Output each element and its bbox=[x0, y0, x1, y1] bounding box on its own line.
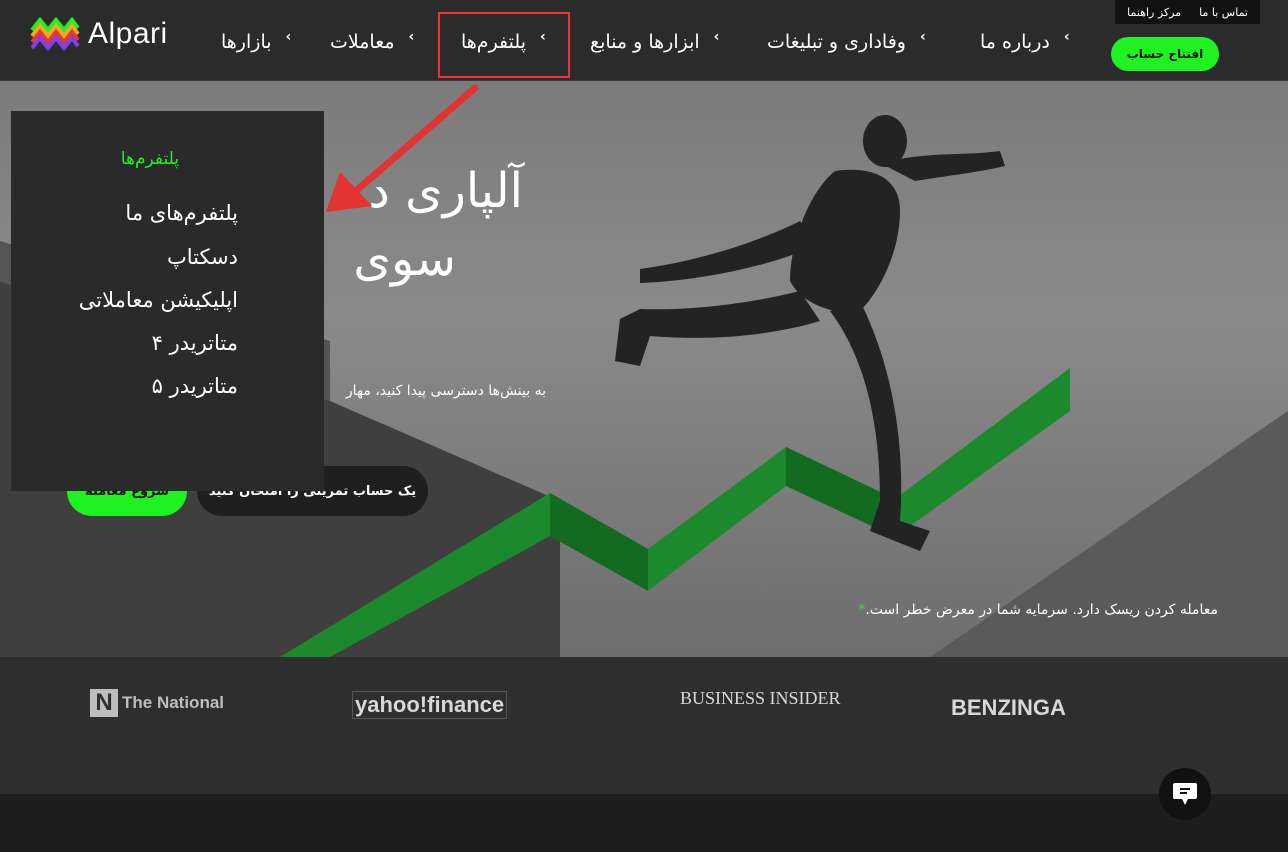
hero-subtitle: به بینش‌ها دسترسی پیدا کنید، مهار bbox=[345, 383, 546, 399]
press-logos: N The National yahoo!finance BUSINESS IN… bbox=[0, 657, 1288, 794]
logo-text: Alpari bbox=[88, 17, 168, 50]
nav-label: درباره ما bbox=[980, 31, 1050, 53]
dropdown-item-trading-app[interactable]: اپلیکیشن معاملاتی bbox=[79, 288, 238, 312]
alpari-logo-icon bbox=[30, 16, 80, 52]
chevron-icon: ‹ bbox=[285, 29, 292, 45]
footer-area bbox=[0, 794, 1288, 852]
chevron-icon: ‹ bbox=[1063, 29, 1070, 45]
hero-title-line2: سوی bbox=[353, 231, 456, 287]
nav-loyalty[interactable]: وفاداری و تبلیغات ‹ bbox=[767, 22, 926, 62]
chevron-icon: ‹ bbox=[713, 29, 720, 45]
benzinga-logo: BENZINGA bbox=[951, 695, 1066, 720]
annotation-highlight-box bbox=[438, 12, 570, 78]
alpari-logo[interactable]: Alpari bbox=[30, 14, 168, 54]
business-insider-logo: BUSINESS INSIDER bbox=[680, 688, 841, 708]
dropdown-item-mt4[interactable]: متاتریدر ۴ bbox=[152, 331, 238, 355]
nav-markets[interactable]: بازارها ‹ bbox=[221, 22, 291, 62]
the-national-text: The National bbox=[122, 693, 225, 712]
contact-link[interactable]: تماس با ما bbox=[1199, 6, 1248, 19]
nav-label: ابزارها و منابع bbox=[590, 31, 700, 53]
platforms-dropdown: پلتفرم‌ها پلتفرم‌های ما دسکتاپ اپلیکیشن … bbox=[11, 111, 324, 491]
risk-text: معامله کردن ریسک دارد. سرمایه شما در معر… bbox=[865, 602, 1218, 618]
chevron-icon: ‹ bbox=[919, 29, 926, 45]
nav-label: وفاداری و تبلیغات bbox=[767, 31, 906, 53]
hero-title-line1: آلپاری د bbox=[368, 163, 523, 219]
yahoo-finance-logo: yahoo!finance bbox=[352, 691, 508, 719]
help-center-link[interactable]: مرکز راهنما bbox=[1127, 6, 1181, 19]
dropdown-item-mt5[interactable]: متاتریدر ۵ bbox=[152, 374, 238, 398]
the-national-logo: N The National bbox=[90, 689, 224, 717]
site-header: مرکز راهنما تماس با ما Alpari بازارها ‹ … bbox=[0, 0, 1288, 81]
nav-trading[interactable]: معاملات ‹ bbox=[330, 22, 414, 62]
nav-about[interactable]: درباره ما ‹ bbox=[980, 22, 1070, 62]
nav-label: بازارها bbox=[221, 31, 272, 53]
chat-bubble-icon bbox=[1173, 783, 1197, 805]
topbar: مرکز راهنما تماس با ما bbox=[1115, 0, 1260, 24]
dropdown-heading[interactable]: پلتفرم‌ها bbox=[121, 149, 179, 169]
chevron-icon: ‹ bbox=[408, 29, 415, 45]
nav-tools[interactable]: ابزارها و منابع ‹ bbox=[590, 22, 719, 62]
open-account-button[interactable]: افتتاح حساب bbox=[1111, 37, 1219, 71]
chat-button[interactable] bbox=[1159, 768, 1211, 820]
dropdown-item-our-platforms[interactable]: پلتفرم‌های ما bbox=[125, 201, 238, 225]
dropdown-item-desktop[interactable]: دسکتاپ bbox=[167, 245, 238, 269]
risk-notice: معامله کردن ریسک دارد. سرمایه شما در معر… bbox=[858, 602, 1218, 618]
nav-label: معاملات bbox=[330, 31, 395, 53]
